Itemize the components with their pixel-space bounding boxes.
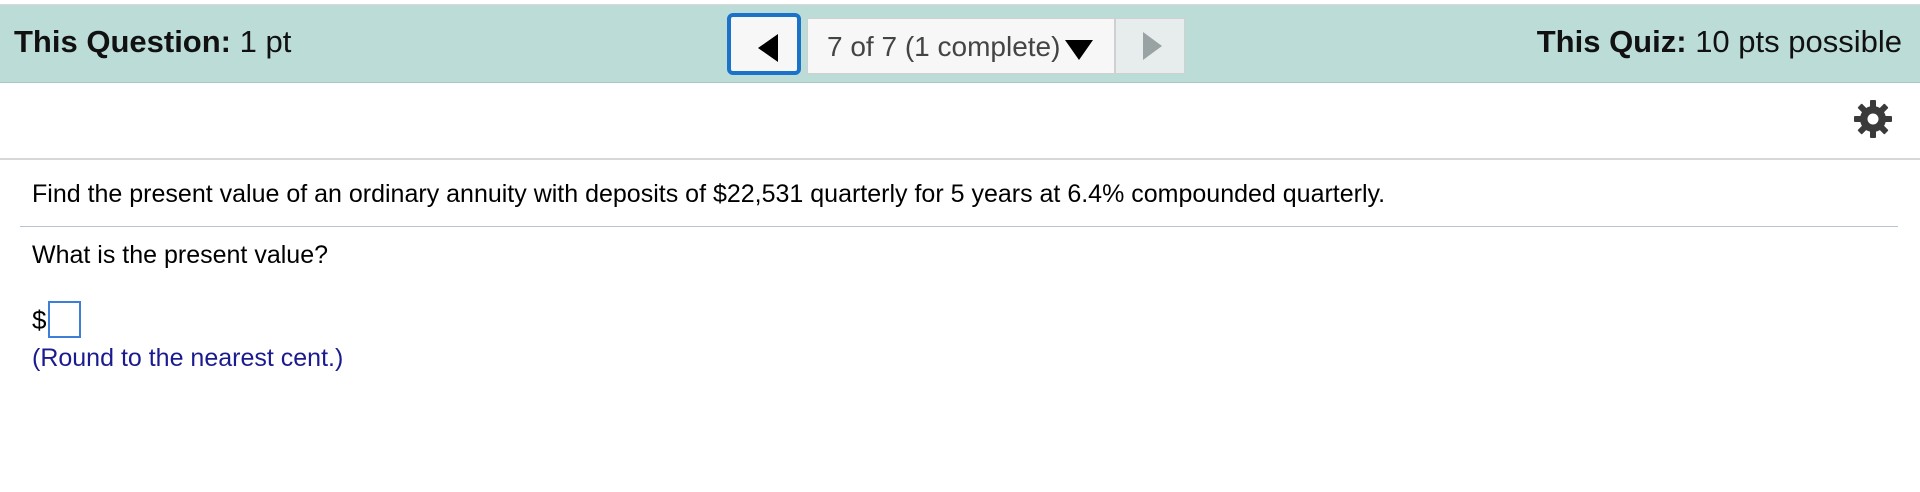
gear-icon[interactable]: [1853, 99, 1893, 139]
quiz-points-label: This Quiz:: [1536, 24, 1687, 59]
right-triangle-icon: [1143, 32, 1162, 60]
question-points-value: 1 pt: [239, 24, 292, 59]
quiz-points: This Quiz: 10 pts possible: [1537, 24, 1902, 60]
header-divider: [0, 158, 1920, 160]
rounding-hint: (Round to the nearest cent.): [32, 344, 344, 372]
question-divider: [20, 226, 1898, 227]
question-points: This Question: 1 pt: [14, 24, 291, 60]
currency-symbol: $: [32, 305, 47, 335]
answer-input[interactable]: [48, 301, 81, 338]
caret-down-icon: [1065, 40, 1093, 60]
previous-question-button[interactable]: [727, 13, 801, 75]
left-triangle-icon: [758, 34, 778, 62]
question-selector-dropdown[interactable]: 7 of 7 (1 complete): [807, 18, 1115, 74]
next-question-button[interactable]: [1115, 18, 1185, 74]
question-points-label: This Question:: [14, 24, 231, 59]
question-prompt: Find the present value of an ordinary an…: [32, 180, 1386, 208]
question-selector-label: 7 of 7 (1 complete): [827, 31, 1061, 62]
question-ask: What is the present value?: [32, 241, 328, 269]
quiz-points-value: 10 pts possible: [1695, 24, 1902, 59]
header-bar: This Question: 1 pt 7 of 7 (1 complete) …: [0, 5, 1920, 83]
